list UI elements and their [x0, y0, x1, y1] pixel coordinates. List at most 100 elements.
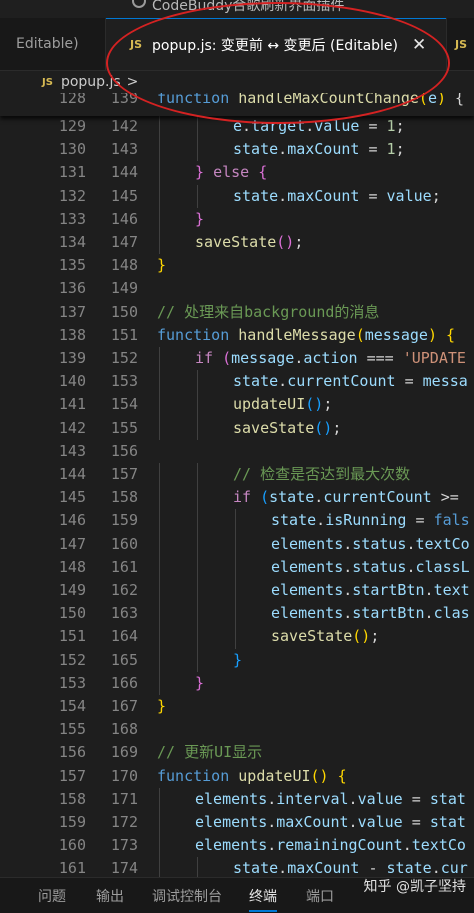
- code-line[interactable]: 137 150 // 处理来自background的消息: [0, 301, 474, 324]
- tab-label: Editable): [16, 36, 79, 52]
- line-number-modified: 152: [110, 349, 138, 367]
- code-token: startBtn: [352, 581, 425, 599]
- code-token: state: [233, 372, 279, 391]
- indent-guide: [197, 532, 198, 556]
- panel-tab-ports[interactable]: 端口: [306, 886, 334, 906]
- code-line[interactable]: 153 166}: [0, 671, 474, 695]
- code-line[interactable]: 159 172 elements.maxCount.value = stat: [0, 811, 474, 835]
- code-token: ;: [332, 418, 342, 437]
- code-token: {: [337, 766, 347, 785]
- code-token: state: [233, 140, 279, 159]
- code-token: =: [402, 813, 430, 831]
- tab-next[interactable]: JS: [446, 18, 474, 70]
- code-line[interactable]: 152 165}: [0, 648, 474, 672]
- code-line[interactable]: 140 153 state.currentCount = messa: [0, 370, 474, 394]
- indent-guide: [159, 138, 160, 162]
- panel-tab-problems[interactable]: 问题: [38, 886, 66, 906]
- javascript-file-icon: JS: [455, 37, 468, 51]
- code-token: elements: [195, 789, 268, 808]
- search-icon[interactable]: [132, 0, 146, 8]
- code-token: (: [260, 488, 270, 507]
- code-token: e: [427, 93, 437, 107]
- indent-guide: [159, 625, 160, 649]
- indent-guide: [197, 555, 198, 579]
- code-line[interactable]: 155 168: [0, 718, 474, 741]
- code-text: elements.startBtn.clas: [271, 602, 470, 625]
- code-token: =: [359, 186, 387, 205]
- line-number-original: 139: [58, 349, 86, 367]
- code-token: state: [233, 859, 279, 877]
- code-token: ;: [323, 395, 333, 414]
- code-token: =: [359, 117, 387, 135]
- line-number-modified: 142: [110, 117, 138, 135]
- code-text: elements.maxCount.value = stat: [195, 811, 466, 834]
- indent-guide: [197, 416, 198, 440]
- panel-tab-output[interactable]: 输出: [96, 886, 124, 906]
- code-token: currentCount: [323, 488, 432, 507]
- indent-guide: [159, 857, 160, 877]
- code-token: // 更新UI显示: [157, 743, 263, 762]
- code-line[interactable]: 150 163 elements.startBtn.clas: [0, 602, 474, 626]
- code-line[interactable]: 130 143 state.maxCount = 1;: [0, 138, 474, 162]
- code-line[interactable]: 141 154 updateUI();: [0, 393, 474, 417]
- code-token: classL: [415, 557, 470, 576]
- code-token: updateUI: [238, 766, 311, 785]
- code-line[interactable]: 138 151 function handleMessage(message) {: [0, 324, 474, 347]
- line-number-original: 129: [58, 117, 86, 135]
- code-line[interactable]: 161 174 state.maxCount - state.cur: [0, 857, 474, 877]
- code-token: elements: [271, 604, 344, 623]
- code-line[interactable]: 144 157 // 检查是否达到最大次数: [0, 463, 474, 487]
- code-line[interactable]: 139 152 if (message.action === 'UPDATE: [0, 347, 474, 371]
- line-number-modified: 144: [110, 163, 138, 182]
- code-token: maxCount: [276, 813, 349, 831]
- code-line[interactable]: 151 164 saveState();: [0, 625, 474, 649]
- line-number-modified: 157: [110, 465, 138, 483]
- line-number-original: 152: [58, 650, 86, 669]
- code-line[interactable]: 156 169 // 更新UI显示: [0, 741, 474, 764]
- code-line[interactable]: 147 160 elements.status.textCo: [0, 532, 474, 556]
- code-line[interactable]: 136 149: [0, 277, 474, 300]
- code-token: }: [195, 673, 205, 692]
- code-line[interactable]: 133 146}: [0, 207, 474, 231]
- panel-tab-terminal[interactable]: 终端: [249, 886, 277, 912]
- code-line[interactable]: 134 147 saveState();: [0, 231, 474, 255]
- code-token: message: [231, 349, 295, 367]
- indent-guide: [159, 161, 160, 185]
- tab-previous[interactable]: Editable): [0, 18, 106, 70]
- code-line[interactable]: 157 170 function updateUI() {: [0, 765, 474, 788]
- code-editor[interactable]: 128 139 function handleMaxCountChange(e) {…: [0, 93, 474, 877]
- line-number-original: 130: [58, 140, 86, 159]
- panel-tab-debug-console[interactable]: 调试控制台: [152, 886, 222, 906]
- code-line[interactable]: 148 161 elements.status.classL: [0, 555, 474, 579]
- code-text: // 检查是否达到最大次数: [233, 463, 410, 486]
- code-token: .: [402, 836, 412, 855]
- code-line[interactable]: 154 167}: [0, 695, 474, 718]
- code-text: if (message.action === 'UPDATE: [195, 347, 466, 370]
- code-line[interactable]: 160 173 elements.remainingCount.textCo: [0, 834, 474, 858]
- indent-guide: [159, 509, 160, 533]
- code-line[interactable]: 143 156: [0, 440, 474, 463]
- code-line[interactable]: 158 171 elements.interval.value = stat: [0, 787, 474, 811]
- code-token: // 检查是否达到最大次数: [233, 465, 411, 483]
- code-text: function updateUI() {: [157, 765, 347, 788]
- code-token: (: [222, 349, 232, 367]
- indent-guide: [235, 602, 236, 626]
- code-token: interval: [276, 789, 349, 808]
- code-line[interactable]: 135 148}: [0, 254, 474, 277]
- line-number-original: 144: [58, 465, 86, 483]
- code-line[interactable]: 146 159 state.isRunning = fals: [0, 509, 474, 533]
- line-number-original: 154: [58, 697, 86, 715]
- code-text: updateUI();: [233, 393, 332, 416]
- code-line[interactable]: 145 158 if (state.currentCount >=: [0, 486, 474, 510]
- code-token: .: [406, 534, 416, 553]
- code-line[interactable]: 131 144} else {: [0, 161, 474, 185]
- code-token: ===: [357, 349, 403, 367]
- code-text: saveState();: [195, 231, 303, 254]
- code-line[interactable]: 142 155 saveState();: [0, 416, 474, 440]
- line-number-modified: 154: [110, 395, 138, 414]
- code-line[interactable]: 149 162 elements.startBtn.text: [0, 579, 474, 603]
- indent-guide: [197, 138, 198, 162]
- code-text: state.maxCount = value;: [233, 185, 441, 208]
- code-line[interactable]: 132 145 state.maxCount = value;: [0, 184, 474, 208]
- code-token: function: [157, 766, 239, 785]
